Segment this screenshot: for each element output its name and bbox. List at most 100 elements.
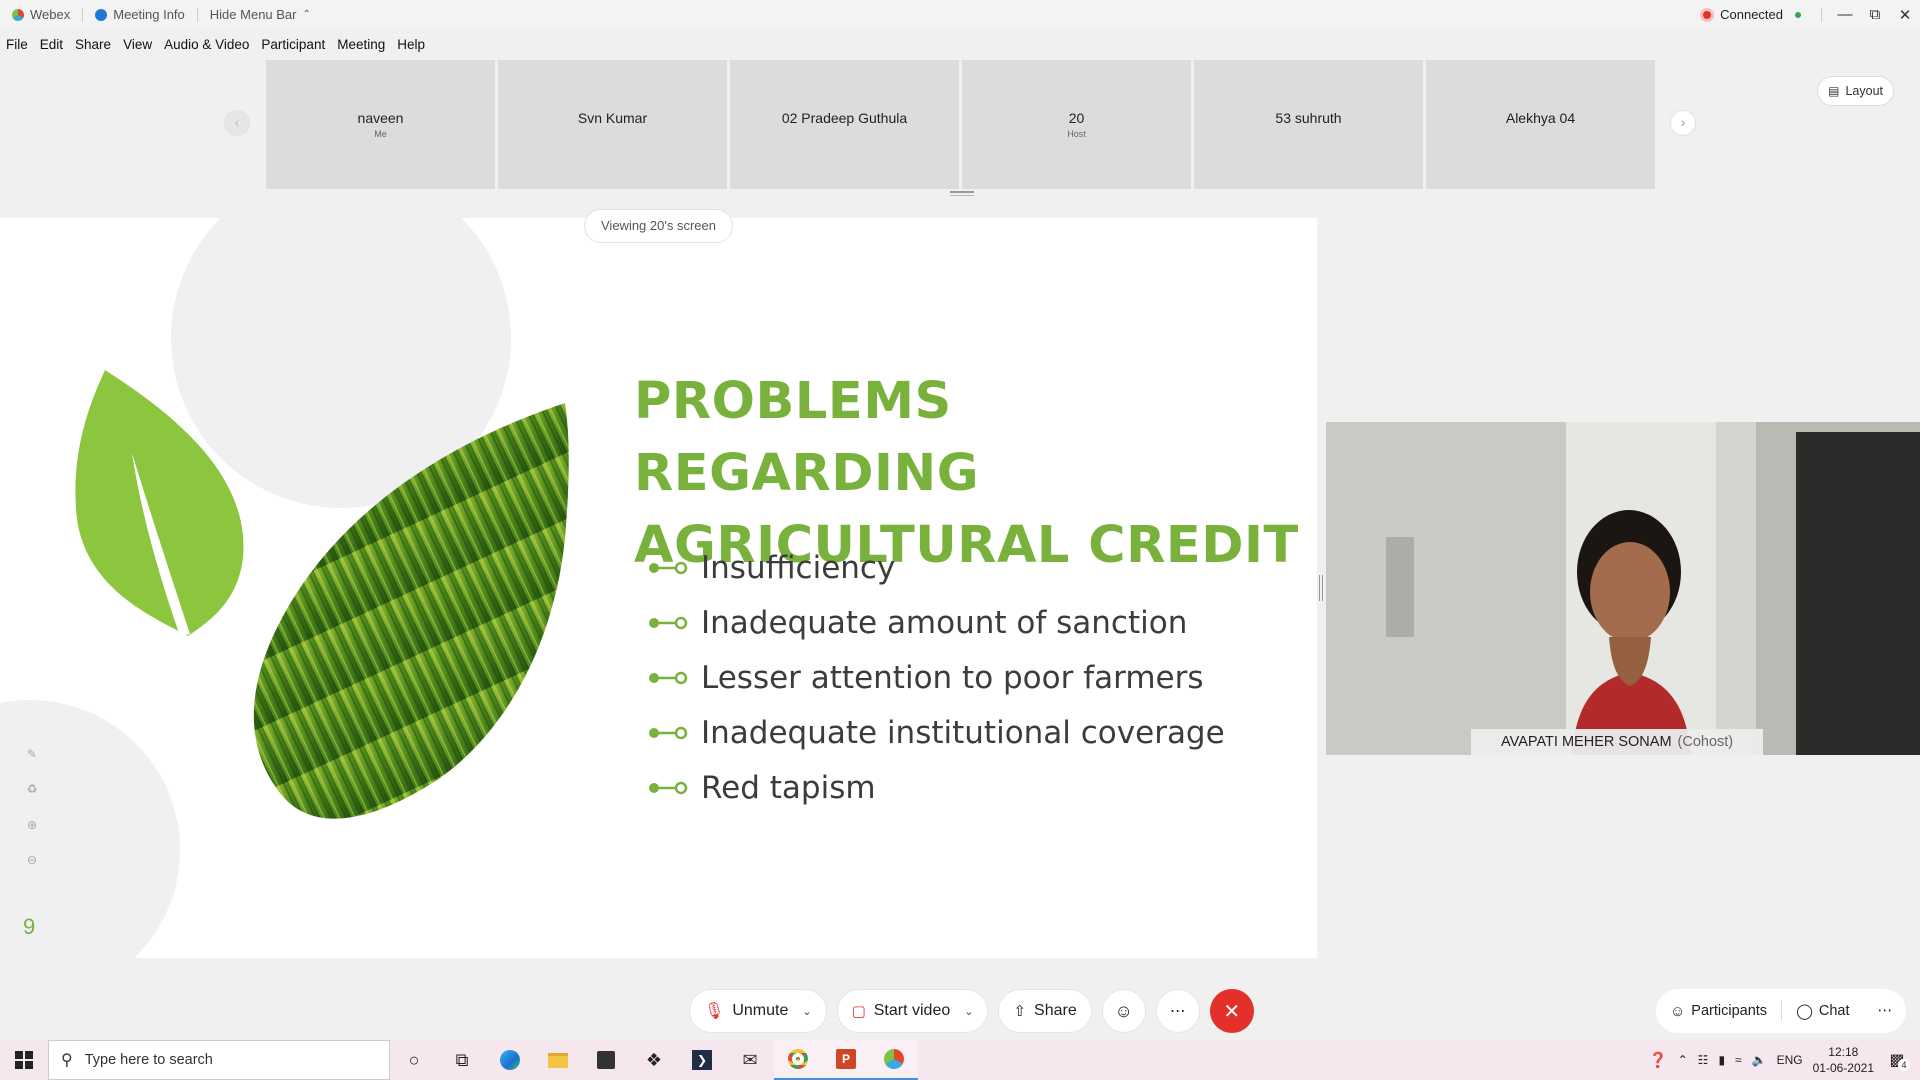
chevron-up-icon[interactable]: ⌃	[1678, 1053, 1688, 1067]
bullet-text: Lesser attention to poor farmers	[701, 659, 1204, 696]
search-placeholder: Type here to search	[84, 1052, 213, 1068]
annotate-icon[interactable]: ✎	[27, 747, 37, 761]
video-name-tag: AVAPATI MEHER SONAM (Cohost)	[1471, 729, 1764, 755]
slide-bullet-list: Insufficiency Inadequate amount of sanct…	[648, 540, 1225, 815]
layout-icon: ▤	[1828, 84, 1840, 98]
more-icon: ⋯	[1169, 1003, 1186, 1020]
bullet-text: Insufficiency	[701, 549, 896, 586]
chat-button[interactable]: ◯ Chat	[1782, 989, 1863, 1033]
annotation-toolbar: ✎ ♻ ⊕ ⊖	[17, 736, 47, 878]
file-explorer-icon[interactable]	[534, 1040, 582, 1080]
menu-meeting[interactable]: Meeting	[331, 33, 391, 57]
zoom-out-icon[interactable]: ⊖	[27, 853, 37, 867]
leave-meeting-button[interactable]: ✕	[1209, 989, 1254, 1033]
wifi-icon[interactable]: ≈	[1735, 1053, 1742, 1067]
unmute-button[interactable]: 🎙 Unmute ⌄	[689, 989, 827, 1033]
start-button[interactable]	[0, 1040, 48, 1080]
share-button[interactable]: ⇧ Share	[998, 989, 1092, 1033]
viewing-screen-indicator: Viewing 20's screen	[584, 209, 733, 243]
panel-more-button[interactable]: ⋯	[1864, 989, 1907, 1033]
start-video-button[interactable]: ▢ Start video ⌄	[836, 989, 989, 1033]
powerpoint-icon[interactable]: P	[822, 1040, 870, 1080]
participant-tile[interactable]: Alekhya 04	[1426, 60, 1655, 189]
mail-icon[interactable]: ✉	[726, 1040, 774, 1080]
panel-resize-handle[interactable]	[1319, 575, 1323, 601]
smiley-icon: ☺	[1114, 1000, 1133, 1021]
menu-help[interactable]: Help	[391, 33, 431, 57]
menu-share[interactable]: Share	[69, 33, 117, 57]
participant-name: 02 Pradeep Guthula	[781, 110, 908, 126]
network-icon[interactable]: ☷	[1698, 1053, 1709, 1067]
strip-resize-handle[interactable]	[950, 191, 974, 196]
video-off-icon: ▢	[851, 1003, 866, 1020]
bullet-connector-icon	[649, 616, 688, 629]
taskbar-search-box[interactable]: ⚲ Type here to search	[48, 1040, 390, 1080]
list-item: Inadequate amount of sanction	[648, 595, 1225, 650]
unmute-label: Unmute	[732, 1002, 789, 1019]
bullet-connector-icon	[649, 726, 688, 739]
participant-tile[interactable]: 02 Pradeep Guthula	[730, 60, 959, 189]
battery-icon[interactable]: ▮	[1718, 1053, 1725, 1067]
shared-screen: PROBLEMS REGARDING AGRICULTURAL CREDIT I…	[0, 218, 1317, 958]
clock[interactable]: 12:18 01-06-2021	[1813, 1044, 1874, 1076]
close-icon: ✕	[1223, 1000, 1241, 1023]
chrome-icon[interactable]	[774, 1040, 822, 1080]
cortana-icon[interactable]: ○	[390, 1040, 438, 1080]
video-participant-role: (Cohost)	[1677, 734, 1734, 750]
previous-participants-button[interactable]: ‹	[225, 111, 249, 135]
notifications-button[interactable]: ▩ 4	[1884, 1047, 1910, 1073]
recording-icon	[1700, 7, 1715, 22]
zoom-in-icon[interactable]: ⊕	[27, 818, 37, 832]
meeting-controls: 🎙 Unmute ⌄ ▢ Start video ⌄ ⇧ Share ☺ ⋯ ✕	[689, 989, 1254, 1033]
meeting-info-button[interactable]: Meeting Info	[83, 0, 197, 29]
participant-name: Svn Kumar	[577, 110, 648, 126]
participant-tile[interactable]: 53 suhruth	[1194, 60, 1423, 189]
menu-participant[interactable]: Participant	[255, 33, 331, 57]
participant-tile[interactable]: Svn Kumar	[498, 60, 727, 189]
help-icon[interactable]: ❓	[1649, 1051, 1668, 1069]
next-participants-button[interactable]: ›	[1671, 111, 1695, 135]
app-title: Webex	[0, 0, 82, 29]
participant-tile[interactable]: 20 Host	[962, 60, 1191, 189]
connection-status[interactable]: Connected	[1688, 0, 1813, 29]
chevron-down-icon[interactable]: ⌄	[964, 1005, 973, 1018]
eraser-icon[interactable]: ♻	[27, 782, 38, 796]
share-icon: ⇧	[1013, 1003, 1027, 1020]
participant-name: Alekhya 04	[1505, 110, 1576, 126]
clock-time: 12:18	[1828, 1045, 1859, 1059]
hide-menu-bar-button[interactable]: Hide Menu Bar ⌃	[198, 0, 323, 29]
chevron-down-icon[interactable]: ⌄	[802, 1005, 811, 1018]
list-item: Insufficiency	[648, 540, 1225, 595]
reactions-button[interactable]: ☺	[1101, 989, 1146, 1033]
participants-button[interactable]: ☺ Participants	[1656, 989, 1781, 1033]
layout-button[interactable]: ▤ Layout	[1817, 76, 1894, 106]
clock-date: 01-06-2021	[1812, 1061, 1874, 1075]
small-leaf-shape	[75, 370, 244, 636]
more-options-button[interactable]: ⋯	[1155, 989, 1200, 1033]
video-tile[interactable]	[1326, 422, 1920, 755]
store-icon[interactable]	[582, 1040, 630, 1080]
dropbox-icon[interactable]: ❖	[630, 1040, 678, 1080]
meeting-info-label: Meeting Info	[113, 7, 185, 22]
minimize-button[interactable]: —	[1830, 6, 1860, 23]
task-view-icon[interactable]: ⧉	[438, 1040, 486, 1080]
webex-logo-icon	[12, 8, 24, 21]
menu-edit[interactable]: Edit	[34, 33, 69, 57]
restore-button[interactable]: ⧉	[1860, 6, 1890, 23]
connected-indicator-icon	[1795, 11, 1801, 18]
app-icon[interactable]: ❯	[678, 1040, 726, 1080]
panel-controls: ☺ Participants ◯ Chat ⋯	[1655, 989, 1907, 1033]
webex-taskbar-icon[interactable]	[870, 1040, 918, 1080]
more-icon: ⋯	[1877, 1003, 1893, 1019]
chevron-up-icon: ⌃	[302, 9, 311, 20]
hide-menu-label: Hide Menu Bar	[209, 7, 297, 22]
language-indicator[interactable]: ENG	[1777, 1053, 1803, 1067]
menu-file[interactable]: File	[0, 33, 34, 57]
edge-browser-icon[interactable]	[486, 1040, 534, 1080]
participant-tile[interactable]: naveen Me	[266, 60, 495, 189]
close-window-button[interactable]: ✕	[1890, 6, 1920, 24]
menu-audio-video[interactable]: Audio & Video	[158, 33, 255, 57]
volume-icon[interactable]: 🔈	[1752, 1053, 1767, 1067]
menu-view[interactable]: View	[117, 33, 158, 57]
bullet-connector-icon	[649, 671, 688, 684]
